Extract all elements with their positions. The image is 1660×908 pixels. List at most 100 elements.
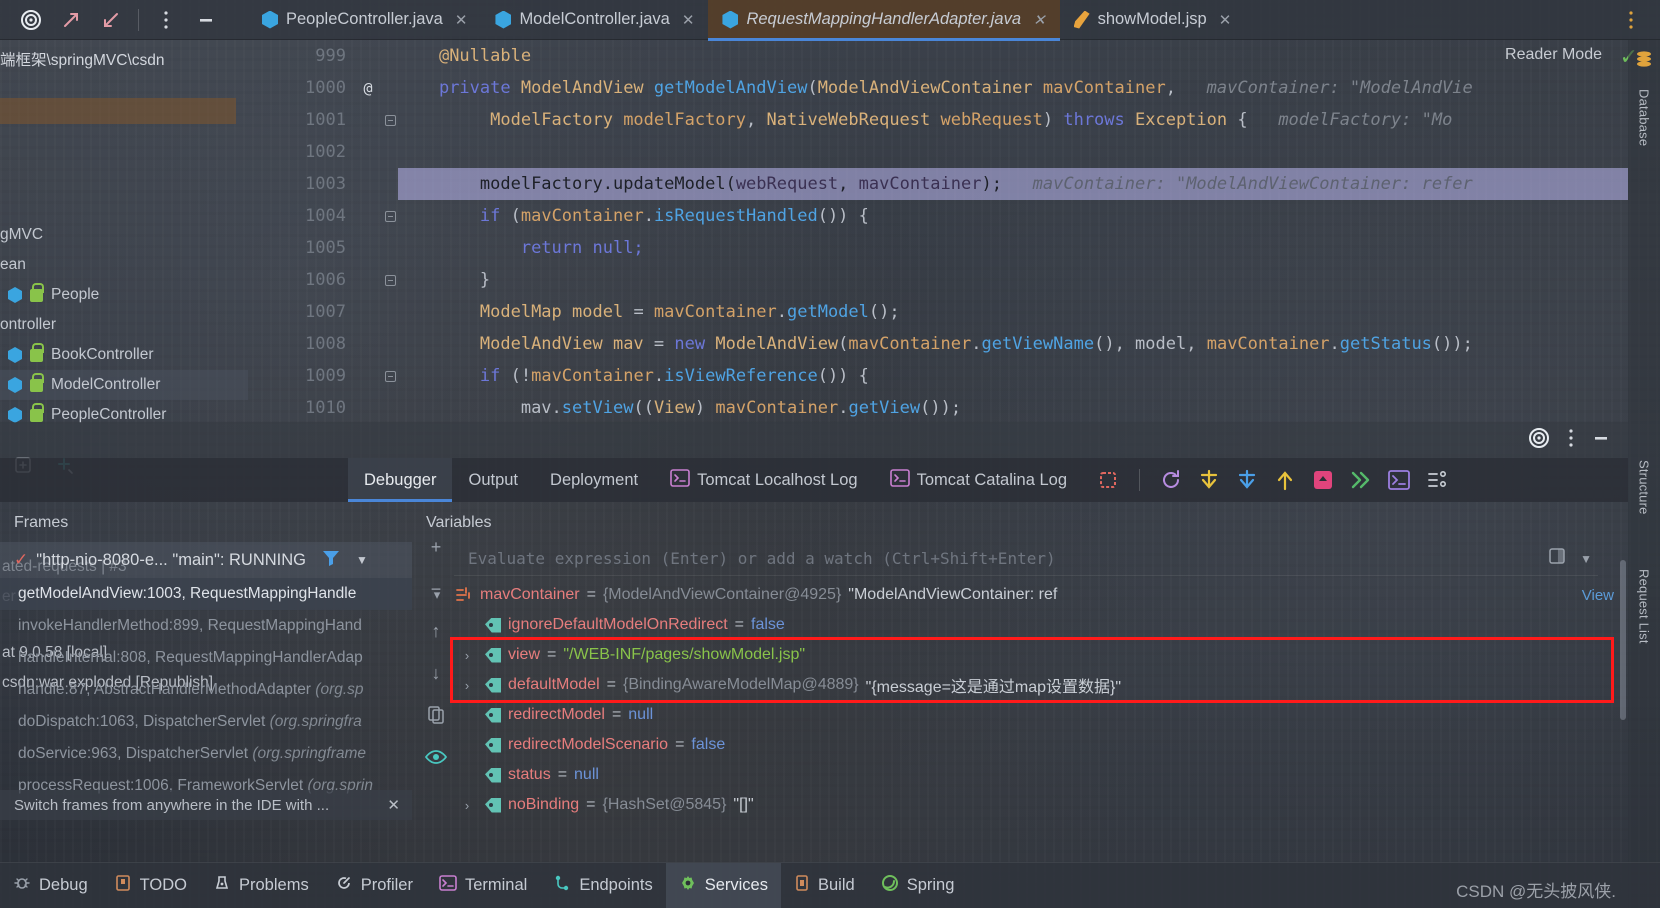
- mute-breakpoints-icon[interactable]: [1095, 467, 1121, 493]
- status-item-todo[interactable]: TODO: [101, 863, 200, 908]
- project-row-controller[interactable]: ontroller: [0, 310, 248, 340]
- tab-debugger[interactable]: Debugger: [348, 458, 453, 502]
- status-item-endpoints[interactable]: Endpoints: [540, 863, 665, 908]
- collapse-icon[interactable]: [92, 4, 130, 36]
- code-line[interactable]: return null;: [398, 232, 1628, 264]
- project-row-model-controller[interactable]: ModelController: [0, 370, 248, 400]
- code-token: setView: [561, 398, 634, 418]
- threads-view-icon[interactable]: [1424, 467, 1450, 493]
- watch-input[interactable]: Evaluate expression (Enter) or add a wat…: [454, 549, 1056, 568]
- variable-row[interactable]: redirectModelScenario = false: [412, 730, 1628, 760]
- project-row-book-controller[interactable]: BookController: [0, 340, 248, 370]
- target-icon[interactable]: [1528, 427, 1550, 454]
- code-line[interactable]: ModelMap model = mavContainer.getModel()…: [398, 296, 1628, 328]
- variable-row[interactable]: redirectModel = null: [412, 700, 1628, 730]
- reader-mode-label[interactable]: Reader Mode: [1505, 46, 1602, 64]
- code-line[interactable]: modelFactory.updateModel(webRequest, mav…: [398, 168, 1628, 200]
- watch-expression-bar[interactable]: Evaluate expression (Enter) or add a wat…: [454, 542, 1598, 576]
- code-line[interactable]: if (!mavContainer.isViewReference()) {: [398, 360, 1628, 392]
- chevron-down-icon[interactable]: ▼: [356, 553, 368, 567]
- code-token: model: [1135, 334, 1187, 354]
- frame-row[interactable]: getModelAndView:1003, RequestMappingHand…: [0, 578, 412, 610]
- code-editor[interactable]: 999 1000 1001 1002 1003 1004 1005 1006 1007 1008 1…: [248, 40, 1628, 422]
- status-item-build[interactable]: Build: [781, 863, 868, 908]
- close-icon[interactable]: ✕: [387, 796, 400, 814]
- variable-row[interactable]: › noBinding = {HashSet@5845} "[]": [412, 790, 1628, 820]
- code-line[interactable]: @Nullable: [398, 40, 1628, 72]
- tab-tomcat-catalina-log[interactable]: Tomcat Catalina Log: [874, 458, 1083, 502]
- rail-label-request-list[interactable]: Request List: [1637, 569, 1652, 644]
- minimize-icon[interactable]: [187, 4, 225, 36]
- status-item-profiler[interactable]: Profiler: [322, 863, 426, 908]
- frame-row[interactable]: doDispatch:1063, DispatcherServlet (org.…: [0, 706, 412, 738]
- rerun-icon[interactable]: [1158, 467, 1184, 493]
- close-icon[interactable]: ✕: [1033, 11, 1046, 29]
- frames-list[interactable]: ✓ "http-nio-8080-e... "main": RUNNING ▼ …: [0, 542, 412, 802]
- minimize-icon[interactable]: [1592, 429, 1610, 452]
- variable-row[interactable]: status = null: [412, 760, 1628, 790]
- variables-tree[interactable]: ▾ mavContainer = {ModelAndViewContainer@4…: [412, 580, 1628, 820]
- chevron-right-icon[interactable]: ›: [456, 678, 478, 693]
- status-bar: Debug TODO Problems Profiler Terminal En…: [0, 862, 1660, 908]
- editor-tab-show-model-jsp[interactable]: showModel.jsp ✕: [1060, 0, 1246, 40]
- status-item-label: Endpoints: [579, 876, 653, 894]
- code-line[interactable]: ModelAndView mav = new ModelAndView(mavC…: [398, 328, 1628, 360]
- project-row-springmvc[interactable]: gMVC: [0, 220, 248, 250]
- status-item-spring[interactable]: Spring: [868, 863, 968, 908]
- status-item-terminal[interactable]: Terminal: [426, 863, 540, 908]
- rail-label-database[interactable]: Database: [1637, 89, 1652, 146]
- variable-row[interactable]: › view = "/WEB-INF/pages/showModel.jsp": [412, 640, 1628, 670]
- pin-icon[interactable]: [1548, 547, 1566, 570]
- run-to-cursor-icon[interactable]: [1348, 467, 1374, 493]
- status-item-debug[interactable]: Debug: [0, 863, 101, 908]
- variable-row[interactable]: ignoreDefaultModelOnRedirect = false: [412, 610, 1628, 640]
- more-vertical-icon[interactable]: [147, 4, 185, 36]
- more-vertical-icon[interactable]: [1568, 428, 1574, 453]
- status-item-services[interactable]: Services: [665, 862, 781, 908]
- close-icon[interactable]: ✕: [455, 11, 468, 29]
- code-line[interactable]: private ModelAndView getModelAndView(Mod…: [398, 72, 1628, 104]
- chevron-right-icon[interactable]: ›: [456, 648, 478, 663]
- project-row-bean[interactable]: ean: [0, 250, 248, 280]
- code-content[interactable]: @Nullable private ModelAndView getModelA…: [398, 40, 1628, 422]
- tab-output[interactable]: Output: [452, 458, 534, 502]
- frame-row[interactable]: handle:87, AbstractHandlerMethodAdapter …: [0, 674, 412, 706]
- chevron-right-icon[interactable]: ›: [456, 798, 478, 813]
- database-icon[interactable]: [1635, 50, 1653, 75]
- frame-row[interactable]: handleInternal:808, RequestMappingHandle…: [0, 642, 412, 674]
- tab-deployment[interactable]: Deployment: [534, 458, 654, 502]
- frame-row[interactable]: doService:963, DispatcherServlet (org.sp…: [0, 738, 412, 770]
- filter-icon[interactable]: [322, 549, 340, 572]
- variable-name: redirectModel: [508, 706, 605, 723]
- frames-rows[interactable]: getModelAndView:1003, RequestMappingHand…: [0, 578, 412, 802]
- tab-tomcat-localhost-log[interactable]: Tomcat Localhost Log: [654, 458, 874, 502]
- status-item-problems[interactable]: Problems: [200, 863, 322, 908]
- code-line[interactable]: [398, 136, 1628, 168]
- chevron-down-icon[interactable]: ▾: [426, 587, 448, 603]
- code-line[interactable]: ModelFactory modelFactory, NativeWebRequ…: [398, 104, 1628, 136]
- expand-icon[interactable]: [52, 4, 90, 36]
- chevron-down-icon[interactable]: ▼: [1580, 552, 1592, 566]
- close-icon[interactable]: ✕: [682, 11, 695, 29]
- close-icon[interactable]: ✕: [1219, 11, 1232, 29]
- thread-row[interactable]: ✓ "http-nio-8080-e... "main": RUNNING ▼: [0, 542, 412, 578]
- step-out-icon[interactable]: [1272, 467, 1298, 493]
- force-step-into-icon[interactable]: [1310, 467, 1336, 493]
- variable-row[interactable]: › defaultModel = {BindingAwareModelMap@48…: [412, 670, 1628, 700]
- code-line[interactable]: mav.setView((View) mavContainer.getView(…: [398, 392, 1628, 422]
- code-line[interactable]: if (mavContainer.isRequestHandled()) {: [398, 200, 1628, 232]
- frame-row[interactable]: invokeHandlerMethod:899, RequestMappingH…: [0, 610, 412, 642]
- code-line[interactable]: }: [398, 264, 1628, 296]
- more-vertical-icon[interactable]: [1612, 4, 1650, 36]
- editor-tab-people-controller[interactable]: PeopleController.java ✕: [248, 0, 481, 40]
- project-row-people[interactable]: People: [0, 280, 248, 310]
- editor-tab-request-mapping-handler-adapter[interactable]: RequestMappingHandlerAdapter.java ✕: [708, 0, 1060, 41]
- rail-label-structure[interactable]: Structure: [1637, 460, 1652, 515]
- step-into-icon[interactable]: [1234, 467, 1260, 493]
- target-icon[interactable]: [12, 4, 50, 36]
- step-over-icon[interactable]: [1196, 467, 1222, 493]
- editor-tab-model-controller[interactable]: ModelController.java ✕: [481, 0, 708, 40]
- variable-row[interactable]: ▾ mavContainer = {ModelAndViewContainer@4…: [412, 580, 1628, 610]
- evaluate-expression-icon[interactable]: [1386, 467, 1412, 493]
- vertical-scrollbar[interactable]: [1620, 560, 1626, 720]
